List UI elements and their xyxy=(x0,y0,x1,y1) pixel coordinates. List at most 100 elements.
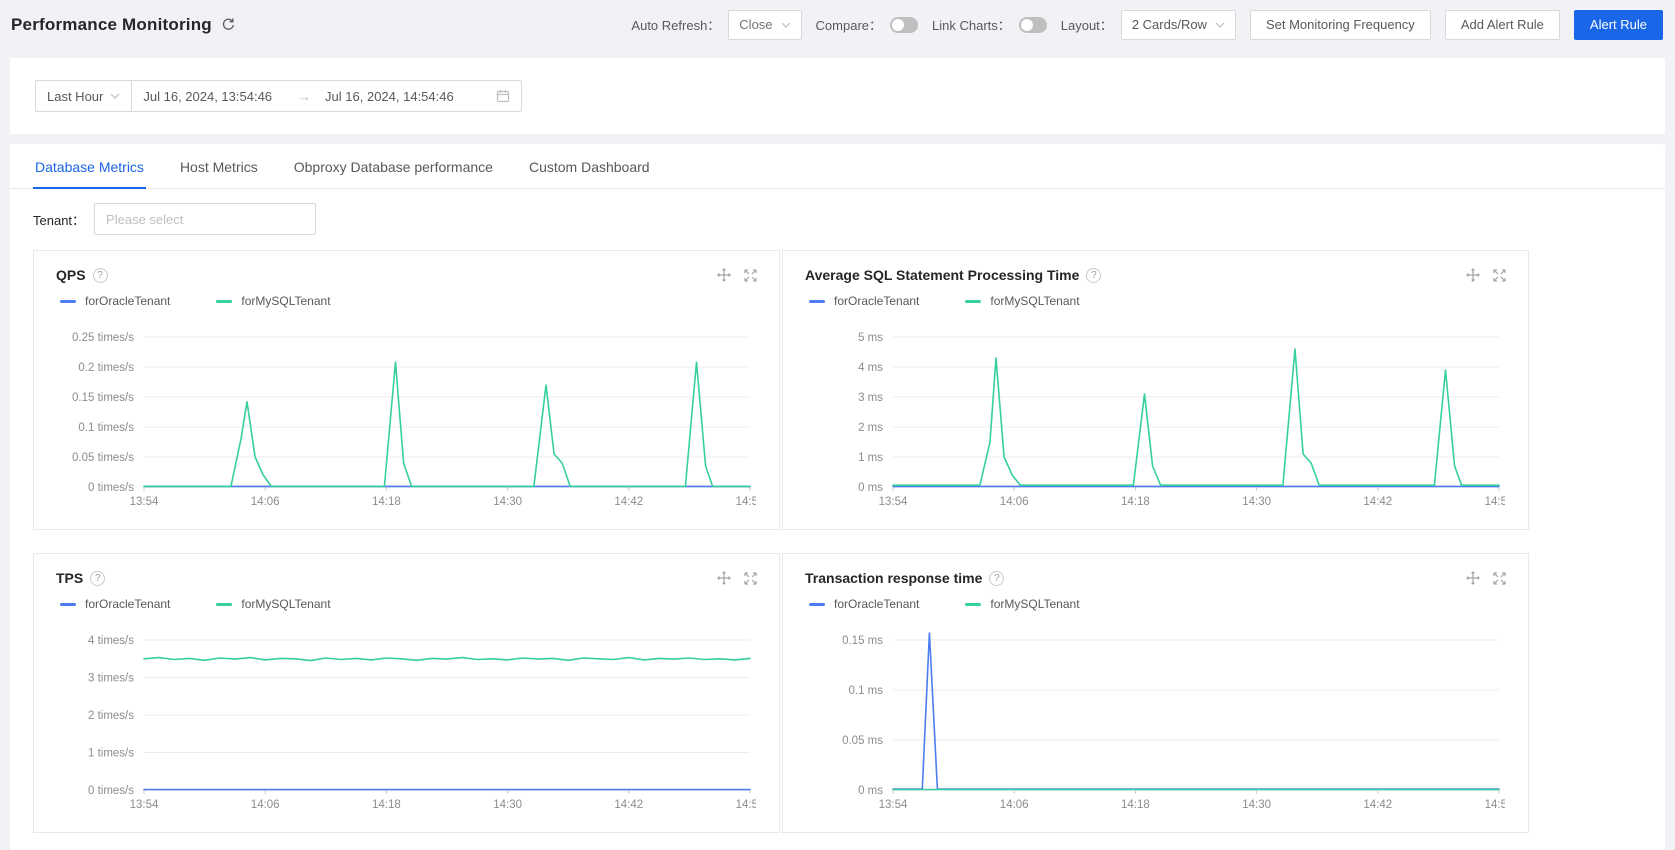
svg-text:1 ms: 1 ms xyxy=(858,452,883,464)
question-circle-icon[interactable]: ? xyxy=(92,267,108,283)
add-alert-rule-button[interactable]: Add Alert Rule xyxy=(1444,9,1560,40)
tab-bar: Database Metrics Host Metrics Obproxy Da… xyxy=(10,144,1665,189)
fullscreen-icon[interactable] xyxy=(1493,571,1506,585)
series-swatch xyxy=(809,299,825,303)
series-swatch xyxy=(965,602,982,606)
move-icon[interactable] xyxy=(717,268,731,282)
tab-host-metrics[interactable]: Host Metrics xyxy=(178,144,260,188)
auto-refresh-label: Auto Refresh： xyxy=(631,18,721,33)
svg-text:1 times/s: 1 times/s xyxy=(88,748,134,760)
fullscreen-icon[interactable] xyxy=(744,268,757,282)
svg-text:3 times/s: 3 times/s xyxy=(88,673,134,685)
legend-item-oracle[interactable]: forOracleTenant xyxy=(60,294,170,308)
avg-sql-time-chart-canvas[interactable]: 0 ms 1 ms 2 ms 3 ms 4 ms 5 ms 13:54 14:06 14:18 1… xyxy=(805,311,1514,528)
svg-text:14:18: 14:18 xyxy=(1121,496,1150,508)
legend-item-oracle[interactable]: forOracleTenant xyxy=(809,597,919,611)
layout-label: Layout： xyxy=(1060,18,1113,33)
legend-item-mysql[interactable]: forMySQLTenant xyxy=(216,294,331,308)
svg-text:14:54: 14:54 xyxy=(736,496,756,508)
layout-value: 2 Cards/Row xyxy=(1131,17,1207,32)
svg-text:14:30: 14:30 xyxy=(493,496,522,508)
svg-text:13:54: 13:54 xyxy=(879,496,908,508)
tenant-select[interactable]: Please select xyxy=(94,203,317,235)
legend-item-mysql[interactable]: forMySQLTenant xyxy=(965,597,1080,611)
topbar: Performance Monitoring Auto Refresh： Clo… xyxy=(0,0,1675,49)
legend-item-oracle[interactable]: forOracleTenant xyxy=(60,597,170,611)
chevron-down-icon xyxy=(781,22,790,28)
svg-text:0 ms: 0 ms xyxy=(858,785,883,797)
chart-legend: forOracleTenant forMySQLTenant xyxy=(809,293,1506,309)
legend-label: forOracleTenant xyxy=(834,597,920,611)
svg-text:14:18: 14:18 xyxy=(372,799,401,811)
svg-text:14:06: 14:06 xyxy=(251,496,280,508)
chart-grid: QPS ? forOracleTenant forMySQLTenant 0 t… xyxy=(33,250,1665,833)
tps-chart-canvas[interactable]: 0 times/s 1 times/s 2 times/s 3 times/s 4 ti… xyxy=(56,614,765,831)
move-icon[interactable] xyxy=(717,571,731,585)
svg-text:14:06: 14:06 xyxy=(1000,496,1029,508)
link-charts-label: Link Charts： xyxy=(932,18,1011,33)
fullscreen-icon[interactable] xyxy=(1493,268,1506,282)
fullscreen-icon[interactable] xyxy=(744,571,757,585)
tab-custom-dashboard[interactable]: Custom Dashboard xyxy=(527,144,652,188)
tab-database-metrics[interactable]: Database Metrics xyxy=(33,144,146,189)
svg-text:0.1 times/s: 0.1 times/s xyxy=(78,422,134,434)
question-circle-icon[interactable]: ? xyxy=(90,570,106,586)
chart-card-qps: QPS ? forOracleTenant forMySQLTenant 0 t… xyxy=(33,250,780,530)
set-monitoring-frequency-button[interactable]: Set Monitoring Frequency xyxy=(1249,9,1431,40)
legend-label: forMySQLTenant xyxy=(241,597,331,611)
svg-text:0 times/s: 0 times/s xyxy=(88,785,134,797)
svg-text:14:42: 14:42 xyxy=(614,496,643,508)
topbar-controls: Auto Refresh： Close Compare： Link Charts… xyxy=(631,9,1663,40)
time-preset-select[interactable]: Last Hour xyxy=(35,80,133,112)
legend-item-oracle[interactable]: forOracleTenant xyxy=(809,294,919,308)
alert-rule-button[interactable]: Alert Rule xyxy=(1573,9,1663,40)
range-arrow: → xyxy=(298,88,312,104)
calendar-icon[interactable] xyxy=(496,89,510,103)
auto-refresh-value: Close xyxy=(739,17,773,32)
chart-title-transaction-response-time: Transaction response time xyxy=(805,570,983,586)
compare-label: Compare： xyxy=(815,18,883,33)
question-circle-icon[interactable]: ? xyxy=(1086,267,1102,283)
tab-obproxy-database-performance[interactable]: Obproxy Database performance xyxy=(292,144,495,188)
link-charts-toggle[interactable] xyxy=(1018,16,1047,33)
legend-item-mysql[interactable]: forMySQLTenant xyxy=(216,597,331,611)
chart-legend: forOracleTenant forMySQLTenant xyxy=(809,596,1506,612)
series-swatch xyxy=(60,299,76,303)
question-circle-icon[interactable]: ? xyxy=(989,570,1005,586)
main-panel: Database Metrics Host Metrics Obproxy Da… xyxy=(10,144,1665,850)
svg-text:0 times/s: 0 times/s xyxy=(88,482,134,494)
performance-monitoring-page: Performance Monitoring Auto Refresh： Clo… xyxy=(0,0,1675,850)
svg-text:0.05 ms: 0.05 ms xyxy=(842,735,883,747)
chevron-down-icon xyxy=(110,93,120,99)
legend-label: forMySQLTenant xyxy=(241,294,331,308)
compare-toggle[interactable] xyxy=(890,16,919,33)
legend-label: forMySQLTenant xyxy=(990,597,1080,611)
series-swatch xyxy=(216,299,233,303)
svg-text:14:30: 14:30 xyxy=(493,799,522,811)
date-range-input[interactable]: Jul 16, 2024, 13:54:46 → Jul 16, 2024, 1… xyxy=(132,80,523,112)
qps-chart-canvas[interactable]: 0 times/s 0.05 times/s 0.1 times/s 0.15 tim… xyxy=(56,311,765,528)
time-preset-value: Last Hour xyxy=(47,88,104,104)
auto-refresh-select[interactable]: Close xyxy=(728,9,802,40)
svg-text:0.15 times/s: 0.15 times/s xyxy=(72,392,134,404)
svg-text:14:06: 14:06 xyxy=(251,799,280,811)
layout-select[interactable]: 2 Cards/Row xyxy=(1120,9,1236,40)
series-swatch xyxy=(965,299,982,303)
move-icon[interactable] xyxy=(1466,571,1480,585)
legend-label: forMySQLTenant xyxy=(990,294,1080,308)
series-swatch xyxy=(809,602,825,606)
chevron-down-icon xyxy=(1215,22,1225,28)
svg-text:2 ms: 2 ms xyxy=(858,422,883,434)
range-start-value: Jul 16, 2024, 13:54:46 xyxy=(143,88,273,104)
svg-text:0.1 ms: 0.1 ms xyxy=(848,685,883,697)
move-icon[interactable] xyxy=(1466,268,1480,282)
svg-text:14:42: 14:42 xyxy=(1363,799,1392,811)
svg-text:13:54: 13:54 xyxy=(879,799,908,811)
refresh-icon[interactable] xyxy=(221,17,236,32)
chart-legend: forOracleTenant forMySQLTenant xyxy=(60,293,757,309)
svg-text:4 times/s: 4 times/s xyxy=(88,635,134,647)
transaction-response-time-chart-canvas[interactable]: 0 ms 0.05 ms 0.1 ms 0.15 ms 13:54 14:06 14:18 1… xyxy=(805,614,1514,831)
svg-text:13:54: 13:54 xyxy=(130,496,159,508)
svg-text:3 ms: 3 ms xyxy=(858,392,883,404)
legend-item-mysql[interactable]: forMySQLTenant xyxy=(965,294,1080,308)
